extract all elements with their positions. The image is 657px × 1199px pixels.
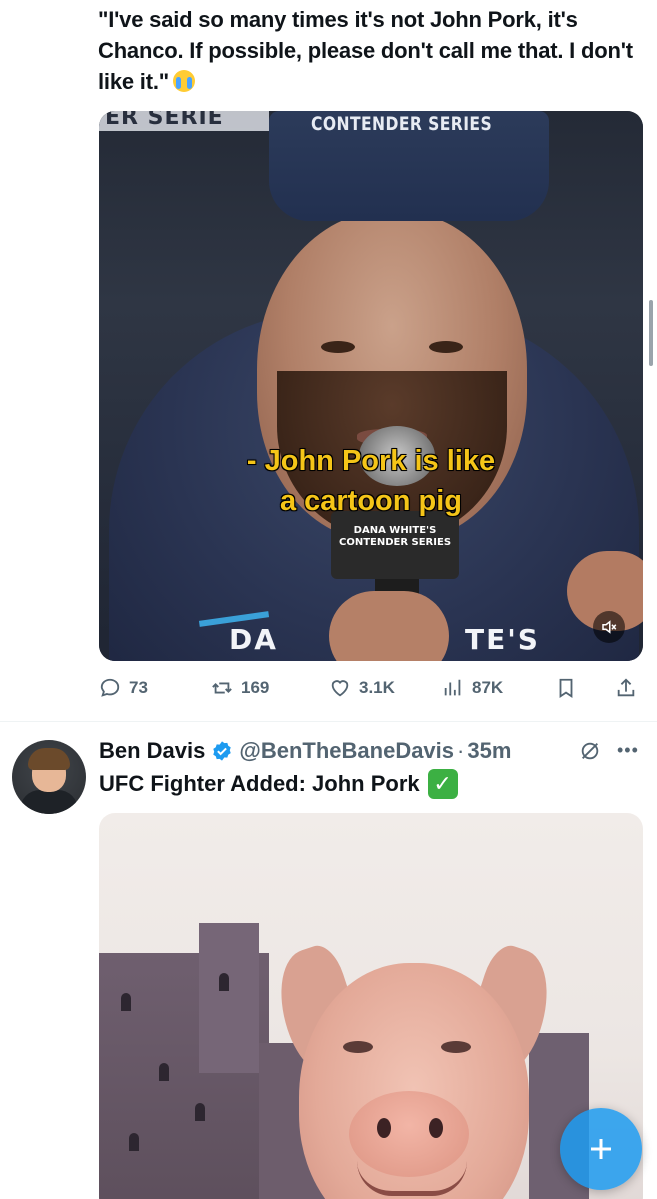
compose-button[interactable] xyxy=(560,1108,642,1190)
pig-eye-right xyxy=(441,1041,471,1053)
reply-count: 73 xyxy=(129,678,148,697)
repost-count: 169 xyxy=(241,678,270,697)
crying-face-emoji-icon xyxy=(173,70,195,92)
volume-muted-icon xyxy=(602,620,617,634)
views-count: 87K xyxy=(472,678,504,697)
header-separator: · xyxy=(457,738,465,763)
like-button[interactable]: 3.1K xyxy=(329,672,395,704)
tweet-divider xyxy=(0,721,657,722)
mic-flag-line2: CONTENDER SERIES xyxy=(338,537,452,548)
timeline: "I've said so many times it's not John P… xyxy=(0,0,657,1199)
scrollbar[interactable] xyxy=(649,300,653,366)
eye-right xyxy=(429,341,463,353)
bookmark-button[interactable] xyxy=(555,672,585,704)
mic-flag-line1: DANA WHITE'S xyxy=(353,525,437,536)
avatar[interactable] xyxy=(12,740,86,814)
more-options-icon[interactable]: ••• xyxy=(617,741,639,759)
microphone-flag-text: DANA WHITE'S CONTENDER SERIES xyxy=(331,525,459,549)
views-chart-icon xyxy=(444,679,461,696)
share-icon xyxy=(617,678,635,697)
reply-icon xyxy=(100,678,120,697)
tweet-text-body: UFC Fighter Added: John Pork xyxy=(99,771,420,796)
share-button[interactable] xyxy=(615,672,645,704)
pig-nostril-left xyxy=(377,1118,391,1138)
views-button[interactable]: 87K xyxy=(442,672,503,704)
eye-left xyxy=(321,341,355,353)
heart-icon xyxy=(331,680,349,697)
castle-window xyxy=(195,1103,205,1121)
mute-button[interactable] xyxy=(593,611,625,643)
pig-nostril-right xyxy=(429,1118,443,1138)
banner-text: ER SERIE xyxy=(105,111,224,130)
video-caption-line1: - John Pork is like xyxy=(246,445,496,477)
check-mark-emoji-icon: ✓ xyxy=(427,769,458,799)
compose-plus-icon xyxy=(591,1139,611,1159)
repost-button[interactable]: 169 xyxy=(211,672,269,704)
tweet-text: "I've said so many times it's not John P… xyxy=(98,4,646,97)
tweet-action-bar: 73 169 3.1K 87K xyxy=(99,672,644,704)
verified-badge-icon xyxy=(213,741,232,761)
banner-backdrop: ER SERIE xyxy=(99,111,269,131)
castle-window xyxy=(159,1063,169,1081)
reply-button[interactable]: 73 xyxy=(99,672,148,704)
pig-eye-left xyxy=(343,1041,373,1053)
bottom-logo-right: TE'S xyxy=(465,623,540,656)
microphone-flag: DANA WHITE'S CONTENDER SERIES xyxy=(331,511,459,579)
bookmark-icon xyxy=(559,678,573,698)
castle-tower xyxy=(199,923,259,1073)
castle-window xyxy=(121,993,131,1011)
tweet-video[interactable]: ER SERIE CONTENDER SERIES DANA WHITE'S C… xyxy=(99,111,643,661)
hand-left xyxy=(329,591,449,661)
castle-window xyxy=(219,973,229,991)
grok-icon[interactable] xyxy=(579,740,601,762)
castle-window xyxy=(129,1133,139,1151)
timestamp[interactable]: 35m xyxy=(467,738,511,764)
bottom-logo-left: DA xyxy=(229,623,278,656)
cap-text: CONTENDER SERIES xyxy=(311,113,493,135)
like-count: 3.1K xyxy=(359,678,395,697)
repost-icon xyxy=(212,682,232,694)
avatar-shirt xyxy=(20,790,78,814)
user-handle[interactable]: @BenTheBaneDavis xyxy=(239,738,454,764)
display-name[interactable]: Ben Davis xyxy=(99,738,205,764)
tweet-text: UFC Fighter Added: John Pork ✓ xyxy=(99,769,458,799)
avatar-hair xyxy=(28,748,70,770)
tweet-header: Ben Davis @BenTheBaneDavis · 35m xyxy=(99,735,511,767)
video-caption-line2: a cartoon pig xyxy=(279,485,463,517)
